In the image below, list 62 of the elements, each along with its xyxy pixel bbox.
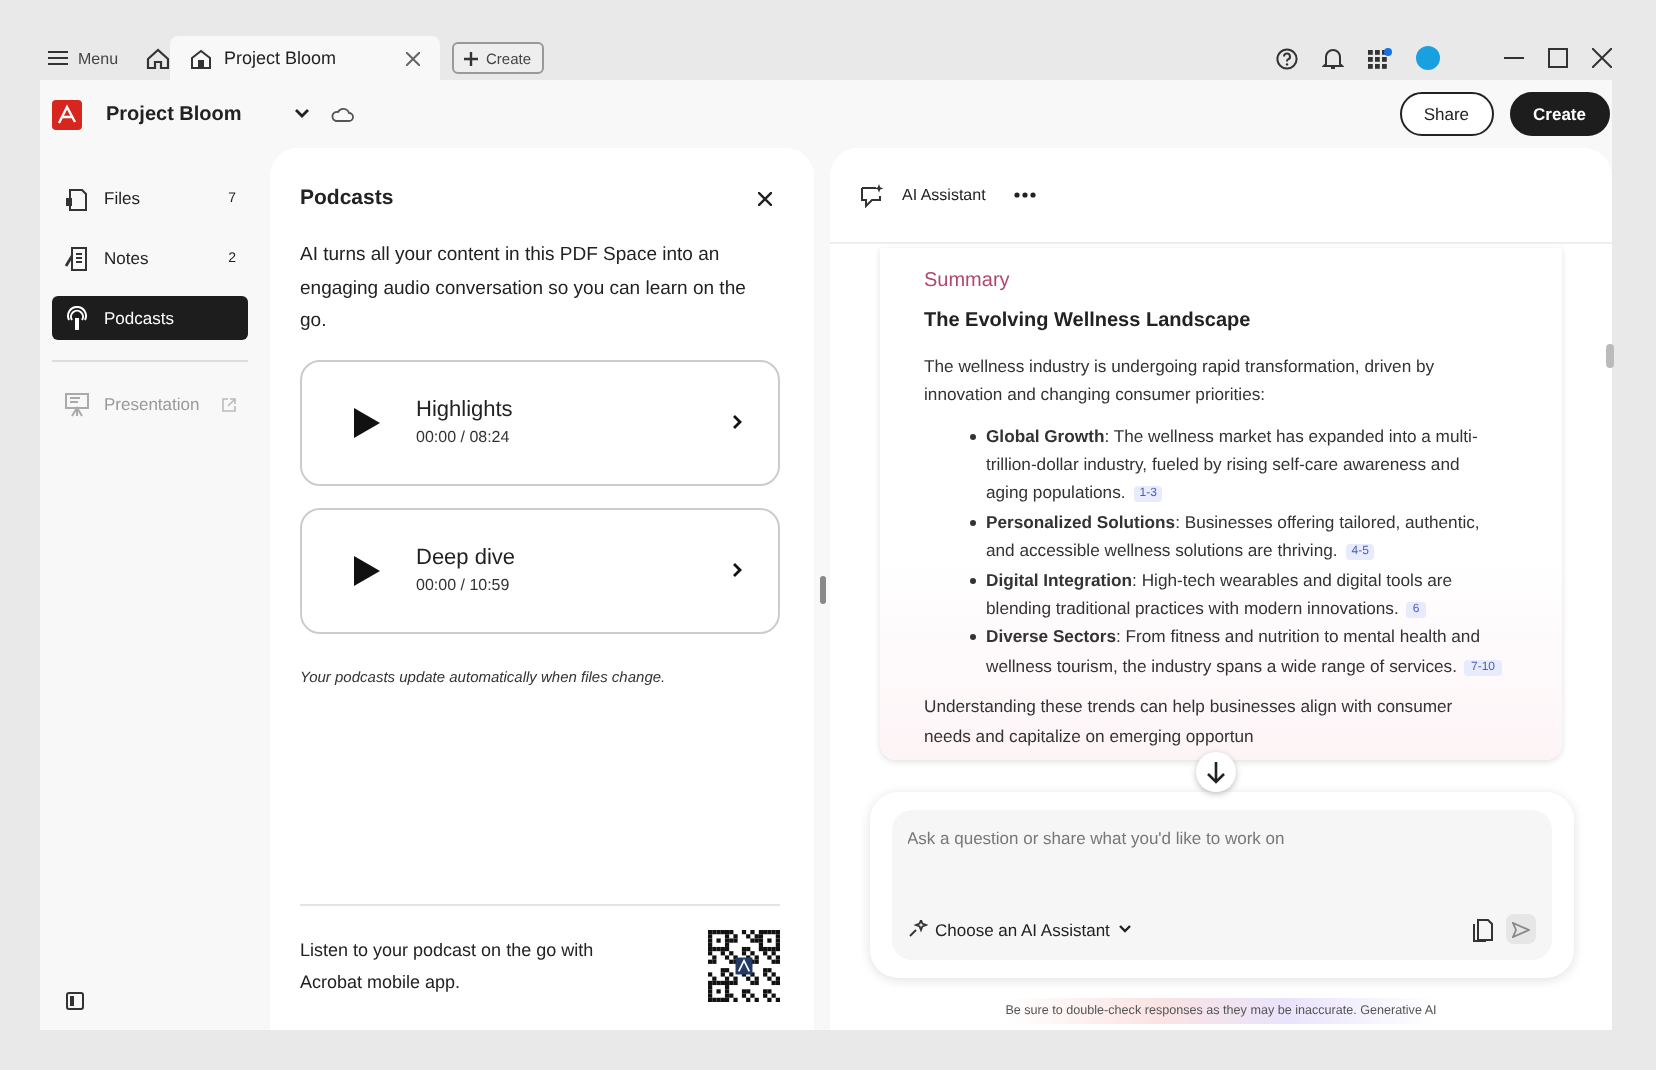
play-icon[interactable] xyxy=(354,555,380,585)
space-title: Project Bloom xyxy=(106,103,242,125)
panel-toggle-icon[interactable] xyxy=(66,992,84,1010)
acrobat-logo-icon xyxy=(52,99,82,129)
summary-paragraph: The wellness industry is undergoing rapid transformation, driven by innovation and changing consumer priorities: xyxy=(924,353,1437,409)
prompt-field[interactable]: Ask a question or share what you'd like to work on Choose an AI Assistant xyxy=(891,810,1551,960)
help-icon[interactable] xyxy=(1276,47,1298,69)
files-icon xyxy=(64,185,90,211)
sparkle-icon xyxy=(907,920,927,938)
scrollbar-thumb[interactable] xyxy=(1606,344,1614,368)
panel-description: AI turns all your content in this PDF Space into an engaging audio conversation so you can learn on the go. xyxy=(300,242,748,336)
close-icon[interactable] xyxy=(1592,48,1612,68)
mobile-app-text: Listen to your podcast on the go with Acrobat mobile app. xyxy=(300,938,596,996)
more-icon[interactable] xyxy=(1013,192,1036,198)
chevron-down-icon xyxy=(1117,924,1132,934)
presentation-icon xyxy=(64,391,90,417)
close-icon xyxy=(758,192,772,206)
summary-label: Summary xyxy=(924,268,1012,296)
notes-icon xyxy=(64,245,90,271)
chevron-down-icon[interactable] xyxy=(293,108,310,120)
podcast-card[interactable]: Highlights 00:00 / 08:24 xyxy=(300,359,780,485)
document-tab[interactable]: Project Bloom xyxy=(170,36,441,80)
chat-icon xyxy=(860,183,886,207)
summary-heading: The Evolving Wellness Landscape xyxy=(924,308,1253,337)
maximize-icon[interactable] xyxy=(1548,48,1568,68)
bell-icon[interactable] xyxy=(1322,46,1344,70)
qr-code-icon xyxy=(708,930,780,1002)
sidebar-item[interactable]: Podcasts xyxy=(52,296,248,340)
chevron-right-icon xyxy=(732,562,742,578)
episode-time: 00:00 / 08:24 xyxy=(416,428,512,446)
bullet-icon xyxy=(970,433,976,440)
attach-file-icon[interactable] xyxy=(1471,917,1493,941)
panel-title: Podcasts xyxy=(300,186,394,210)
menu-button[interactable]: Menu xyxy=(40,49,127,67)
home-icon[interactable] xyxy=(146,47,171,69)
bullet-icon xyxy=(970,634,976,641)
menu-icon xyxy=(48,50,68,66)
create-button[interactable]: Create xyxy=(1509,92,1610,136)
chevron-right-icon xyxy=(732,414,742,430)
episode-title: Highlights xyxy=(416,398,515,422)
send-icon xyxy=(1511,921,1529,937)
scroll-down-button[interactable] xyxy=(1196,752,1236,792)
share-button[interactable]: Share xyxy=(1399,92,1494,136)
cloud-icon xyxy=(329,106,354,122)
assistant-picker[interactable]: Choose an AI Assistant xyxy=(907,919,1132,939)
assistant-title: AI Assistant xyxy=(902,186,986,204)
external-link-icon xyxy=(222,397,236,411)
episode-title: Deep dive xyxy=(416,546,518,570)
summary-paragraph: Understanding these trends can help businesses align with consumer needs and capitalize on emerging opportun xyxy=(924,694,1455,750)
podcast-icon xyxy=(64,305,90,331)
project-icon xyxy=(190,47,213,69)
bullet-icon xyxy=(970,519,976,526)
bullet-icon xyxy=(970,577,976,584)
splitter-handle[interactable] xyxy=(819,575,825,603)
send-button[interactable] xyxy=(1505,914,1535,944)
plus-icon xyxy=(464,51,479,65)
episode-time: 00:00 / 10:59 xyxy=(416,576,512,594)
arrow-down-icon xyxy=(1206,761,1226,783)
apps-grid-icon[interactable] xyxy=(1368,47,1392,69)
play-icon[interactable] xyxy=(354,407,380,437)
podcast-card[interactable]: Deep dive 00:00 / 10:59 xyxy=(300,507,780,633)
close-tab-icon[interactable] xyxy=(406,51,421,65)
